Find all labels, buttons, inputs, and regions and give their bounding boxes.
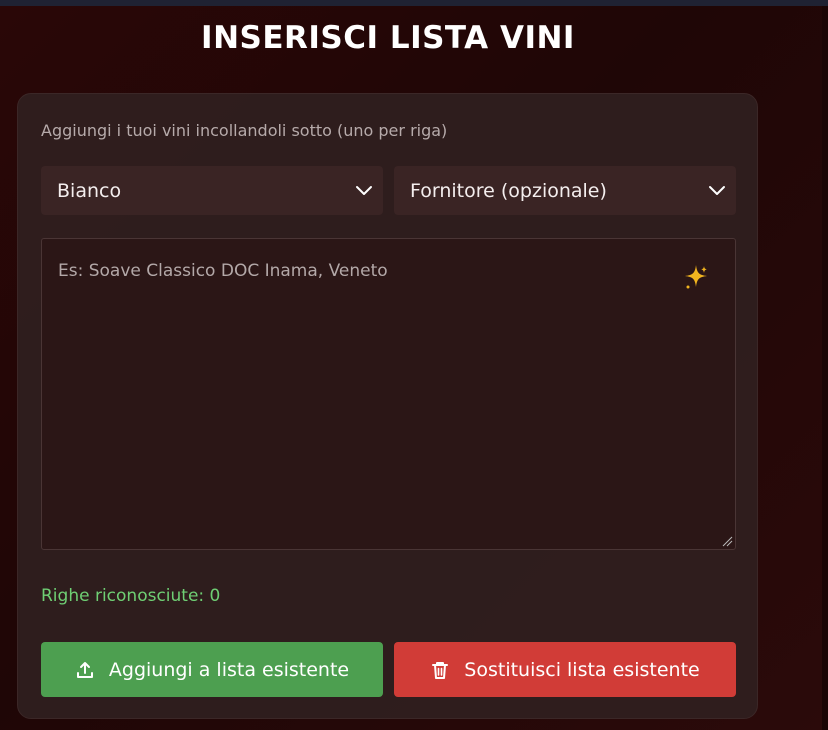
wine-list-textarea[interactable]: Es: Soave Classico DOC Inama, Veneto [41, 238, 736, 550]
textarea-placeholder: Es: Soave Classico DOC Inama, Veneto [58, 261, 388, 281]
recognized-lines-count: Righe riconosciute: 0 [41, 586, 221, 606]
replace-list-button[interactable]: Sostituisci lista esistente [394, 642, 736, 697]
replace-button-label: Sostituisci lista esistente [464, 658, 700, 681]
add-button-label: Aggiungi a lista esistente [108, 658, 350, 681]
instructions-text: Aggiungi i tuoi vini incollandoli sotto … [41, 121, 448, 140]
page-title: INSERISCI LISTA VINI [201, 20, 575, 56]
wine-list-card: Aggiungi i tuoi vini incollandoli sotto … [17, 93, 758, 719]
trash-icon [432, 661, 449, 679]
supplier-select[interactable]: Fornitore (opzionale) [394, 166, 736, 215]
add-to-list-button[interactable]: Aggiungi a lista esistente [41, 642, 383, 697]
wine-type-value: Bianco [57, 179, 122, 202]
chevron-down-icon [356, 186, 372, 195]
wine-type-select[interactable]: Bianco [41, 166, 383, 215]
resize-handle-icon[interactable] [722, 536, 733, 547]
window-right-border [822, 6, 828, 730]
window-top-border [0, 0, 828, 6]
upload-icon [76, 661, 93, 678]
supplier-value: Fornitore (opzionale) [410, 179, 607, 202]
sparkle-icon[interactable] [683, 263, 709, 293]
chevron-down-icon [709, 186, 725, 195]
